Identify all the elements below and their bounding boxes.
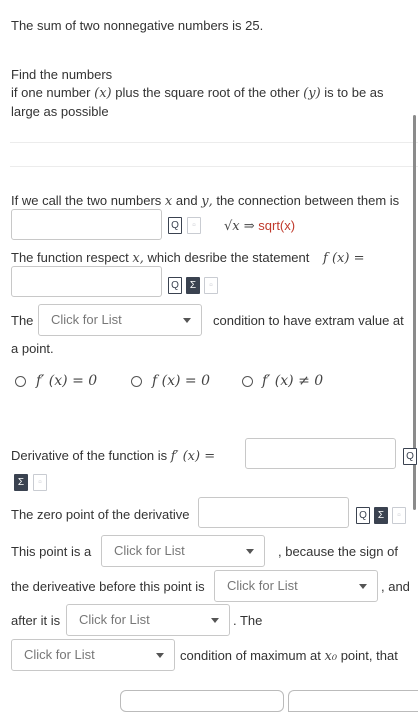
var-x: 𝑥 xyxy=(164,194,173,209)
divider xyxy=(10,142,418,143)
sqrt-hint-text: sqrt(x) xyxy=(258,218,296,233)
select-placeholder: Click for List xyxy=(79,612,150,627)
max-condition-select[interactable]: Click for List xyxy=(11,639,175,671)
step2-text-a: The function respect xyxy=(11,250,129,265)
option-label-2: 𝑓 (𝑥) = 0 xyxy=(152,373,210,389)
page-icon[interactable]: ▫ xyxy=(392,507,406,524)
page-icon[interactable]: ▫ xyxy=(187,217,201,234)
var-y: (𝑦) xyxy=(303,86,321,101)
sign-before-text: the deriveative before this point is xyxy=(11,579,205,594)
step2-text-b: which desribe the statement xyxy=(147,250,310,265)
task-text-a: if one number xyxy=(11,85,91,100)
task-text-b: plus the square root of the other xyxy=(115,85,300,100)
page-icon[interactable]: ▫ xyxy=(33,474,47,491)
task-text-c: is to be as xyxy=(324,85,384,100)
select-placeholder: Click for List xyxy=(227,578,298,593)
step2-text: The function respect 𝑥, which desribe th… xyxy=(11,250,364,266)
sqrt-hint-math: √𝑥 ⇒ xyxy=(224,219,255,234)
preview-icon[interactable]: Q xyxy=(168,277,182,294)
step1-text-b: the connection between them is xyxy=(216,193,400,208)
preview-icon[interactable]: Q xyxy=(168,217,182,234)
zero-point-text: The zero point of the derivative xyxy=(11,507,190,522)
chevron-down-icon xyxy=(156,653,164,658)
chevron-down-icon xyxy=(183,318,191,323)
the-label: The xyxy=(11,313,34,328)
task-line-3: large as possible xyxy=(11,104,109,119)
option-label-1: 𝑓′ (𝑥) = 0 xyxy=(36,373,98,389)
page-icon[interactable]: ▫ xyxy=(204,277,218,294)
task-line-2: if one number (𝑥) plus the square root o… xyxy=(11,85,384,101)
condition-text-2: a point. xyxy=(11,341,54,356)
point-type-select[interactable]: Click for List xyxy=(101,535,265,567)
preview-icon[interactable]: Q xyxy=(403,448,417,465)
chevron-down-icon xyxy=(359,584,367,589)
max-condition-label: condition of maximum at xyxy=(180,648,321,663)
problem-intro: The sum of two nonnegative numbers is 25… xyxy=(11,18,264,33)
sigma-icon[interactable]: Σ xyxy=(374,507,388,524)
derivative-input[interactable] xyxy=(245,438,396,469)
and-text: , and xyxy=(381,579,410,594)
step1-and: and xyxy=(175,193,198,208)
preview-icon[interactable]: Q xyxy=(356,507,370,524)
fx-label: 𝑓 (𝑥) = xyxy=(323,251,365,266)
option-label-3: 𝑓′ (𝑥) ≠ 0 xyxy=(262,373,324,389)
select-placeholder: Click for List xyxy=(114,543,185,558)
max-condition-text: condition of maximum at 𝑥₀ point, that xyxy=(180,648,398,664)
sqrt-hint: √𝑥 ⇒ sqrt(x) xyxy=(224,218,295,234)
zero-point-input[interactable] xyxy=(198,497,349,528)
point-type-text: This point is a xyxy=(11,544,92,559)
fprime-label: 𝑓′ (𝑥) = xyxy=(170,449,216,464)
bottom-button[interactable] xyxy=(288,690,418,712)
point-that-label: point, that xyxy=(340,648,398,663)
because-text: , because the sign of xyxy=(278,544,398,559)
chevron-down-icon xyxy=(246,549,254,554)
sign-before-select[interactable]: Click for List xyxy=(214,570,378,602)
chevron-down-icon xyxy=(211,618,219,623)
connection-input[interactable] xyxy=(11,209,162,240)
var-x: 𝑥, xyxy=(132,251,144,266)
option-radio-3[interactable] xyxy=(242,376,253,387)
condition-select[interactable]: Click for List xyxy=(38,304,202,336)
derivative-label: Derivative of the function is xyxy=(11,448,168,463)
var-x: (𝑥) xyxy=(94,86,112,101)
condition-text: condition to have extram value at xyxy=(213,313,404,328)
step1-text-a: If we call the two numbers xyxy=(11,193,162,208)
divider xyxy=(10,166,418,167)
sigma-icon[interactable]: Σ xyxy=(14,474,28,491)
var-x0: 𝑥₀ xyxy=(324,649,338,664)
select-placeholder: Click for List xyxy=(24,647,95,662)
the-text: . The xyxy=(233,613,263,628)
sigma-icon[interactable]: Σ xyxy=(186,277,200,294)
task-line-1: Find the numbers xyxy=(11,67,113,82)
var-y: 𝑦, xyxy=(201,194,213,209)
select-placeholder: Click for List xyxy=(51,312,122,327)
derivative-text: Derivative of the function is 𝑓′ (𝑥) = xyxy=(11,448,215,464)
function-input[interactable] xyxy=(11,266,162,297)
option-radio-2[interactable] xyxy=(131,376,142,387)
step1-text: If we call the two numbers 𝑥 and 𝑦, the … xyxy=(11,193,399,209)
sign-after-select[interactable]: Click for List xyxy=(66,604,230,636)
option-radio-1[interactable] xyxy=(15,376,26,387)
bottom-button[interactable] xyxy=(120,690,284,712)
after-text: after it is xyxy=(11,613,61,628)
